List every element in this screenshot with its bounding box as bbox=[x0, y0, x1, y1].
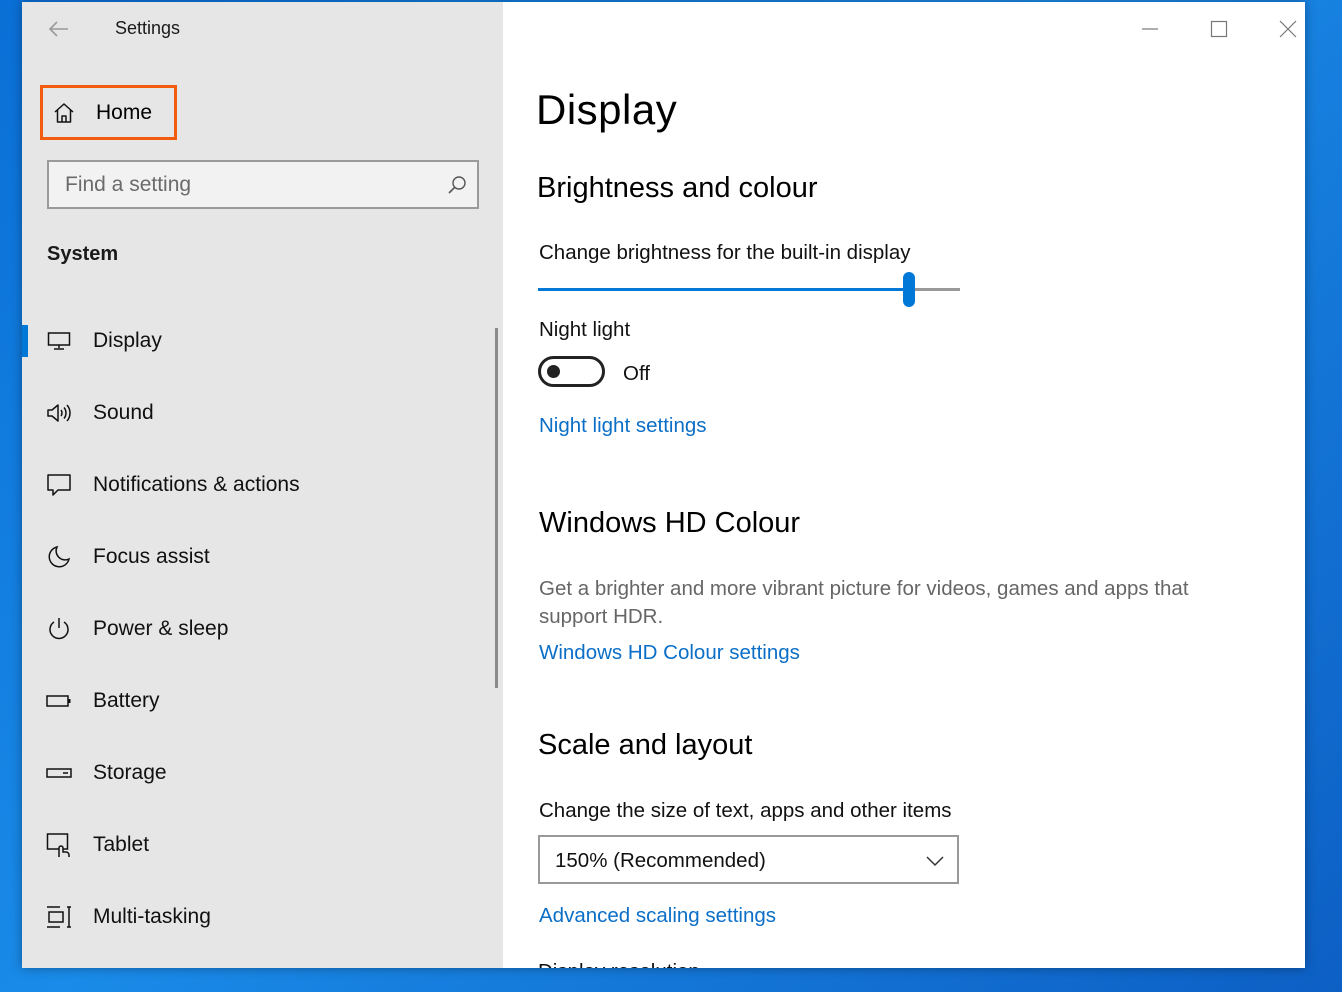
window-title: Settings bbox=[115, 18, 181, 38]
sidebar-nav: Display Sound Notifications & actions Fo… bbox=[22, 305, 492, 953]
section-heading-scale: Scale and layout bbox=[538, 729, 753, 761]
speaker-icon bbox=[46, 400, 72, 426]
sidebar-item-focus-assist[interactable]: Focus assist bbox=[22, 521, 492, 593]
sidebar-item-multitasking[interactable]: Multi-tasking bbox=[22, 881, 492, 953]
home-button[interactable]: Home bbox=[40, 85, 177, 140]
sidebar-item-notifications[interactable]: Notifications & actions bbox=[22, 449, 492, 521]
sidebar-item-label: Tablet bbox=[93, 833, 150, 856]
hdr-settings-link[interactable]: Windows HD Colour settings bbox=[539, 641, 800, 665]
moon-icon bbox=[46, 544, 72, 570]
night-light-label: Night light bbox=[539, 318, 631, 341]
toggle-knob bbox=[547, 365, 560, 378]
sidebar: Settings Home System Display Sound bbox=[22, 2, 503, 968]
sidebar-item-sound[interactable]: Sound bbox=[22, 377, 492, 449]
sidebar-item-storage[interactable]: Storage bbox=[22, 737, 492, 809]
sidebar-item-label: Power & sleep bbox=[93, 617, 229, 640]
active-indicator bbox=[22, 325, 28, 357]
scale-size-label: Change the size of text, apps and other … bbox=[539, 799, 952, 822]
back-button[interactable] bbox=[44, 14, 74, 44]
brightness-slider[interactable] bbox=[538, 272, 960, 308]
battery-icon bbox=[46, 688, 72, 714]
sidebar-item-label: Multi-tasking bbox=[93, 905, 211, 928]
hdr-description: Get a brighter and more vibrant picture … bbox=[539, 577, 1189, 628]
sidebar-scrollbar[interactable] bbox=[495, 328, 498, 688]
scale-dropdown[interactable]: 150% (Recommended) bbox=[538, 835, 959, 884]
sidebar-item-tablet[interactable]: Tablet bbox=[22, 809, 492, 881]
back-arrow-icon bbox=[49, 21, 68, 37]
close-icon bbox=[1279, 20, 1297, 38]
main-pane: Display Brightness and colour Change bri… bbox=[503, 2, 1305, 968]
slider-thumb[interactable] bbox=[903, 272, 916, 307]
maximize-button[interactable] bbox=[1204, 14, 1234, 44]
home-label: Home bbox=[96, 101, 153, 124]
section-heading-hdr: Windows HD Colour bbox=[539, 507, 801, 539]
multitasking-icon bbox=[46, 904, 72, 930]
home-icon bbox=[54, 103, 74, 123]
brightness-slider-label: Change brightness for the built-in displ… bbox=[539, 241, 911, 264]
sidebar-item-display[interactable]: Display bbox=[22, 305, 492, 377]
sidebar-item-label: Notifications & actions bbox=[93, 473, 300, 496]
search-box bbox=[47, 160, 479, 209]
settings-window: Settings Home System Display Sound bbox=[22, 2, 1305, 968]
minimize-icon bbox=[1142, 28, 1158, 30]
section-label-system: System bbox=[47, 243, 119, 265]
sidebar-item-label: Storage bbox=[93, 761, 167, 784]
sidebar-item-power-sleep[interactable]: Power & sleep bbox=[22, 593, 492, 665]
sidebar-item-label: Display bbox=[93, 329, 162, 352]
power-icon bbox=[46, 616, 72, 642]
night-light-state: Off bbox=[623, 362, 650, 385]
sidebar-item-battery[interactable]: Battery bbox=[22, 665, 492, 737]
storage-icon bbox=[46, 760, 72, 786]
advanced-scaling-link[interactable]: Advanced scaling settings bbox=[539, 904, 776, 928]
sidebar-item-label: Battery bbox=[93, 689, 160, 712]
section-heading-brightness: Brightness and colour bbox=[537, 172, 818, 204]
tablet-icon bbox=[46, 832, 72, 858]
display-resolution-label: Display resolution bbox=[538, 960, 700, 968]
maximize-icon bbox=[1210, 20, 1228, 38]
scale-dropdown-value: 150% (Recommended) bbox=[555, 849, 766, 872]
search-input[interactable] bbox=[49, 162, 477, 207]
monitor-icon bbox=[46, 328, 72, 354]
night-light-settings-link[interactable]: Night light settings bbox=[539, 414, 707, 438]
search-icon[interactable] bbox=[447, 175, 467, 195]
minimize-button[interactable] bbox=[1135, 14, 1165, 44]
page-title: Display bbox=[536, 86, 678, 133]
chevron-down-icon bbox=[926, 856, 944, 867]
sidebar-item-label: Focus assist bbox=[93, 545, 210, 568]
sidebar-item-label: Sound bbox=[93, 401, 154, 424]
night-light-toggle[interactable] bbox=[538, 356, 605, 387]
slider-fill bbox=[538, 288, 910, 291]
notification-icon bbox=[46, 472, 72, 498]
close-button[interactable] bbox=[1273, 14, 1303, 44]
